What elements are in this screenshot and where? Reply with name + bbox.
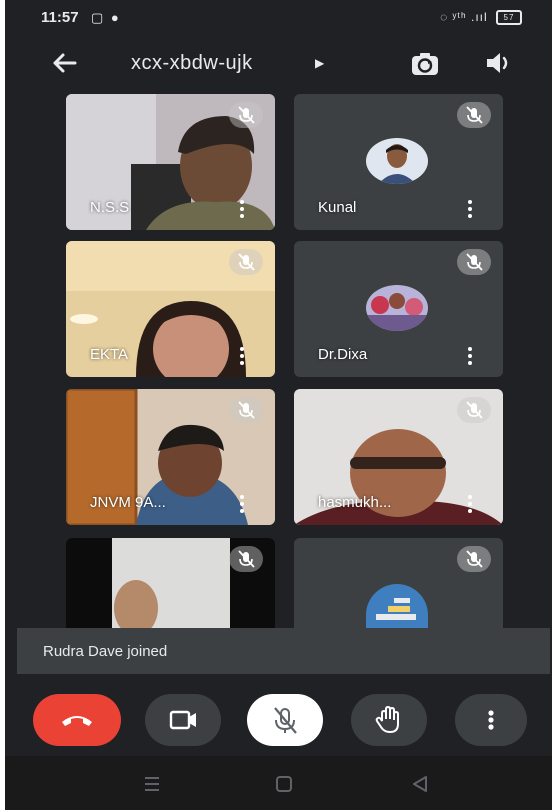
end-call-button[interactable]	[33, 694, 121, 746]
camera-button[interactable]	[145, 694, 221, 746]
back-arrow-icon[interactable]	[47, 46, 81, 80]
more-options-icon[interactable]	[239, 200, 245, 220]
video-camera-icon	[169, 710, 196, 730]
raise-hand-button[interactable]	[351, 694, 427, 746]
mic-off-icon	[466, 401, 483, 419]
signal-icons: ◌ ʸᵗʰ .ııl 57	[440, 10, 522, 26]
avatar	[366, 584, 428, 628]
recents-icon[interactable]	[137, 769, 167, 799]
meeting-code[interactable]: xcx-xbdw-ujk	[131, 52, 253, 75]
participant-name: EKTA	[90, 346, 129, 363]
more-options-button[interactable]	[455, 694, 527, 746]
mic-off-icon	[238, 401, 255, 419]
hang-up-icon	[62, 716, 92, 726]
muted-mic-badge	[229, 397, 263, 423]
participant-tile[interactable]: Kunal	[294, 94, 503, 230]
participant-tile[interactable]: hasmukh...	[294, 389, 503, 525]
participant-name: hasmukh...	[318, 494, 392, 511]
meet-call-screen: 11:57 ▢ ● ◌ ʸᵗʰ .ııl 57 xcx-xbdw-ujk ▶ N…	[5, 0, 552, 810]
participant-tile[interactable]: EKTA	[66, 241, 275, 377]
participant-tile[interactable]	[66, 538, 275, 628]
mic-off-icon	[274, 707, 297, 734]
more-options-icon[interactable]	[467, 347, 473, 367]
speaker-icon[interactable]	[483, 48, 513, 78]
more-vert-icon	[488, 710, 494, 730]
microphone-button[interactable]	[247, 694, 323, 746]
mic-off-icon	[238, 253, 255, 271]
muted-mic-badge	[457, 546, 491, 572]
more-options-icon[interactable]	[467, 200, 473, 220]
more-options-icon[interactable]	[239, 347, 245, 367]
status-time: 11:57	[41, 9, 79, 26]
participant-tile[interactable]	[294, 538, 503, 628]
status-bar: 11:57 ▢ ● ◌ ʸᵗʰ .ııl 57	[5, 0, 552, 36]
top-bar: xcx-xbdw-ujk ▶	[5, 40, 552, 88]
more-options-icon[interactable]	[239, 495, 245, 515]
participant-name: Dr.Dixa	[318, 346, 368, 363]
mic-off-icon	[238, 550, 255, 568]
avatar	[366, 138, 428, 184]
network-icons: ◌ ʸᵗʰ .ııl	[440, 10, 488, 24]
switch-camera-icon[interactable]	[409, 48, 441, 80]
system-navigation-bar	[5, 756, 552, 810]
participant-tile[interactable]: JNVM 9A...	[66, 389, 275, 525]
back-nav-icon[interactable]	[405, 769, 435, 799]
battery-icon: 57	[496, 10, 522, 26]
mic-off-icon	[466, 253, 483, 271]
notification-icons: ▢ ●	[91, 10, 121, 25]
mic-off-icon	[466, 106, 483, 124]
muted-mic-badge	[229, 102, 263, 128]
participant-name: Kunal	[318, 199, 357, 216]
more-options-icon[interactable]	[467, 495, 473, 515]
muted-mic-badge	[457, 397, 491, 423]
toast-text: Rudra Dave joined	[43, 643, 168, 660]
muted-mic-badge	[229, 249, 263, 275]
participant-name: JNVM 9A...	[90, 494, 166, 511]
muted-mic-badge	[457, 102, 491, 128]
muted-mic-badge	[457, 249, 491, 275]
join-notification-toast: Rudra Dave joined	[17, 628, 550, 674]
participant-name: N.S.S	[90, 199, 130, 216]
meeting-info-caret-icon[interactable]: ▶	[315, 56, 324, 70]
muted-mic-badge	[229, 546, 263, 572]
raise-hand-icon	[375, 705, 399, 734]
avatar	[366, 285, 428, 331]
home-icon[interactable]	[269, 769, 299, 799]
participant-tile[interactable]: Dr.Dixa	[294, 241, 503, 377]
participant-tile[interactable]: N.S.S	[66, 94, 275, 230]
mic-off-icon	[238, 106, 255, 124]
mic-off-icon	[466, 550, 483, 568]
